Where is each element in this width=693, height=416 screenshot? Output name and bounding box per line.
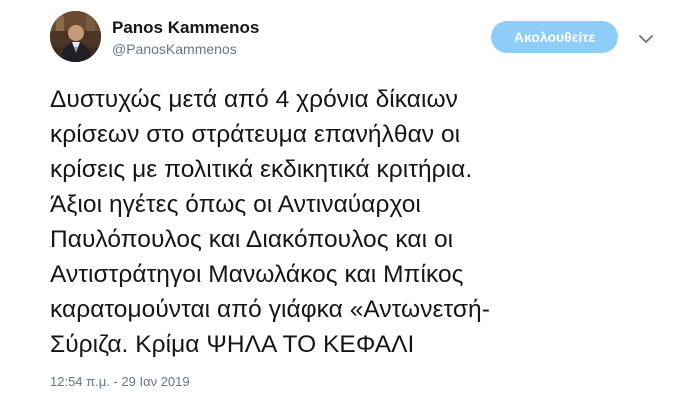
- chevron-down-icon: [639, 35, 653, 43]
- tweet-timestamp[interactable]: 12:54 π.μ. - 29 Ιαν 2019: [50, 374, 190, 389]
- avatar[interactable]: [50, 11, 101, 62]
- following-button[interactable]: Ακολουθείτε: [491, 21, 618, 53]
- tweet-text: Δυστυχώς μετά από 4 χρόνια δίκαιων κρίσε…: [50, 86, 490, 358]
- author-handle[interactable]: @PanosKammenos: [112, 40, 259, 58]
- tweet-menu-button[interactable]: [636, 29, 656, 49]
- avatar-image: [50, 11, 101, 62]
- author-info: Panos Kammenos @PanosKammenos: [112, 17, 259, 58]
- tweet-card: Panos Kammenos @PanosKammenos Ακολουθείτ…: [0, 0, 693, 416]
- author-display-name[interactable]: Panos Kammenos: [112, 17, 259, 38]
